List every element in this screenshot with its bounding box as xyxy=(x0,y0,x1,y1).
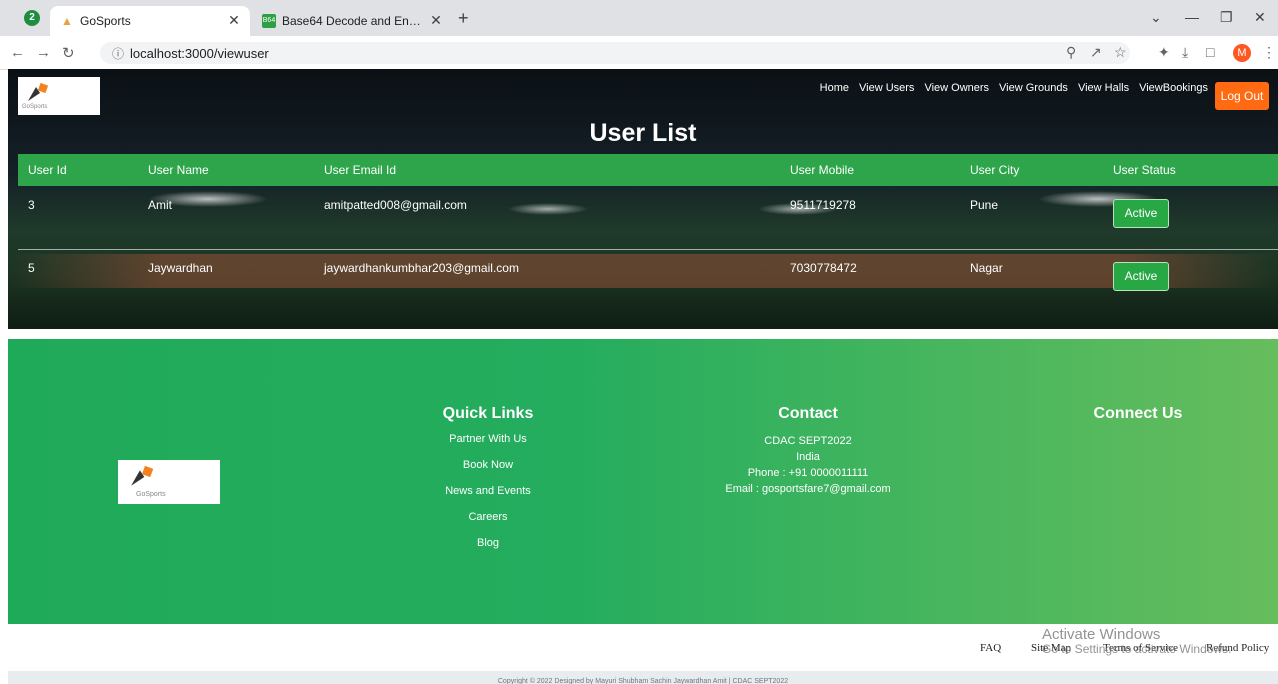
nav-link-view-users[interactable]: View Users xyxy=(859,82,914,94)
main-nav: Home View Users View Owners View Grounds… xyxy=(820,82,1208,94)
connect-column: Connect Us xyxy=(1038,405,1238,433)
header-user-name: User Name xyxy=(148,163,209,177)
zoom-icon[interactable]: ⚲ xyxy=(1066,44,1076,61)
download-icon[interactable]: ⤓ xyxy=(1182,44,1188,61)
hero-section: GoSports Home View Users View Owners Vie… xyxy=(8,69,1278,329)
gosports-favicon-icon: ▲ xyxy=(61,14,73,28)
cell-user-email: amitpatted008@gmail.com xyxy=(324,198,467,212)
cell-user-id: 3 xyxy=(28,198,35,212)
header-user-mobile: User Mobile xyxy=(790,163,855,177)
tab-search-chevron-icon[interactable]: ⌄ xyxy=(1150,9,1162,26)
footer-link-news[interactable]: News and Events xyxy=(388,485,588,497)
minimize-icon[interactable]: — xyxy=(1185,9,1199,25)
footer-logo-text: GoSports xyxy=(136,491,166,498)
forward-icon[interactable]: → xyxy=(36,44,51,61)
new-tab-icon[interactable]: + xyxy=(458,9,469,27)
status-button[interactable]: Active xyxy=(1113,262,1169,291)
logo-mark-icon xyxy=(131,466,154,486)
cell-user-mobile: 9511719278 xyxy=(790,198,856,212)
copyright-bar: Copyright © 2022 Designed by Mayuri Shub… xyxy=(8,671,1278,684)
cell-user-id: 5 xyxy=(28,261,35,275)
footer-logo[interactable]: GoSports xyxy=(118,460,220,504)
reload-icon[interactable]: ↻ xyxy=(62,44,75,62)
windows-activation-watermark: Activate Windows Go to Settings to activ… xyxy=(1042,627,1231,657)
watermark-subtitle: Go to Settings to activate Windows. xyxy=(1042,642,1232,656)
table-header: User Id User Name User Email Id User Mob… xyxy=(18,154,1278,186)
address-bar-row: ← → ↻ ⓘ localhost:3000/viewuser ⚲ ↗ ☆ ✦ … xyxy=(0,36,1278,70)
tab-group-badge[interactable]: 2 xyxy=(24,10,40,26)
cell-user-name: Jaywardhan xyxy=(148,261,213,275)
watermark-title: Activate Windows xyxy=(1042,626,1161,643)
tab-base64[interactable]: B64 Base64 Decode and Encode - Onl ✕ xyxy=(252,6,452,36)
logo-mark-icon xyxy=(28,83,48,101)
close-icon[interactable]: ✕ xyxy=(226,12,242,28)
url-text: localhost:3000/viewuser xyxy=(130,46,269,61)
browser-tab-bar: 2 ▲ GoSports ✕ B64 Base64 Decode and Enc… xyxy=(0,0,1278,36)
profile-avatar[interactable]: M xyxy=(1233,44,1251,62)
bookmark-star-icon[interactable]: ☆ xyxy=(1114,44,1127,61)
logout-button[interactable]: Log Out xyxy=(1215,82,1269,110)
header-user-email: User Email Id xyxy=(324,163,397,177)
window-close-icon[interactable]: ✕ xyxy=(1254,9,1266,26)
cell-user-city: Nagar xyxy=(970,261,1003,275)
connect-title: Connect Us xyxy=(1093,405,1183,422)
menu-kebab-icon[interactable]: ⋮ xyxy=(1262,44,1276,61)
footer-link-book-now[interactable]: Book Now xyxy=(388,459,588,471)
table-row: 3 Amit amitpatted008@gmail.com 951171927… xyxy=(18,187,1278,250)
contact-column: Contact CDAC SEPT2022 India Phone : +91 … xyxy=(708,405,908,497)
footer-link-partner[interactable]: Partner With Us xyxy=(388,433,588,445)
share-icon[interactable]: ↗ xyxy=(1090,44,1102,61)
table-row: 5 Jaywardhan jaywardhankumbhar203@gmail.… xyxy=(18,250,1278,312)
page-title: User List xyxy=(589,119,697,147)
contact-title: Contact xyxy=(778,405,838,422)
cell-user-email: jaywardhankumbhar203@gmail.com xyxy=(324,261,519,275)
quick-links-column: Quick Links Partner With Us Book Now New… xyxy=(388,405,588,563)
base64-favicon-icon: B64 xyxy=(262,14,276,28)
tab-title: GoSports xyxy=(80,14,131,28)
nav-link-view-halls[interactable]: View Halls xyxy=(1078,82,1129,94)
side-panel-icon[interactable]: □ xyxy=(1206,44,1214,60)
nav-link-home[interactable]: Home xyxy=(820,82,849,94)
restore-icon[interactable]: ❐ xyxy=(1220,9,1233,26)
header-user-city: User City xyxy=(970,163,1020,177)
extensions-icon[interactable]: ✦ xyxy=(1158,44,1170,61)
footer-link-blog[interactable]: Blog xyxy=(388,537,588,549)
header-user-id: User Id xyxy=(28,163,67,177)
cell-user-city: Pune xyxy=(970,198,999,212)
contact-line: India xyxy=(796,451,820,463)
site-logo[interactable]: GoSports xyxy=(18,77,100,115)
cell-user-name: Amit xyxy=(148,198,172,212)
quick-links-title: Quick Links xyxy=(442,405,534,422)
tab-gosports[interactable]: ▲ GoSports ✕ xyxy=(50,6,250,36)
contact-phone: Phone : +91 0000011111 xyxy=(747,467,869,479)
header-user-status: User Status xyxy=(1113,163,1176,177)
tab-title: Base64 Decode and Encode - Onl xyxy=(282,14,422,28)
contact-email: Email : gosportsfare7@gmail.com xyxy=(725,483,891,495)
url-field[interactable]: ⓘ localhost:3000/viewuser xyxy=(100,42,1130,64)
logo-text: GoSports xyxy=(22,104,48,110)
site-info-icon[interactable]: ⓘ xyxy=(112,45,124,62)
nav-link-view-bookings[interactable]: ViewBookings xyxy=(1139,82,1208,94)
close-icon[interactable]: ✕ xyxy=(428,12,444,28)
contact-line: CDAC SEPT2022 xyxy=(764,435,852,447)
back-icon[interactable]: ← xyxy=(10,44,25,61)
footer-link-faq[interactable]: FAQ xyxy=(980,642,1001,654)
cell-user-mobile: 7030778472 xyxy=(790,261,857,275)
footer-link-careers[interactable]: Careers xyxy=(388,511,588,523)
status-button[interactable]: Active xyxy=(1113,199,1169,228)
nav-link-view-grounds[interactable]: View Grounds xyxy=(999,82,1068,94)
site-footer: GoSports Quick Links Partner With Us Boo… xyxy=(8,339,1278,624)
nav-link-view-owners[interactable]: View Owners xyxy=(924,82,989,94)
